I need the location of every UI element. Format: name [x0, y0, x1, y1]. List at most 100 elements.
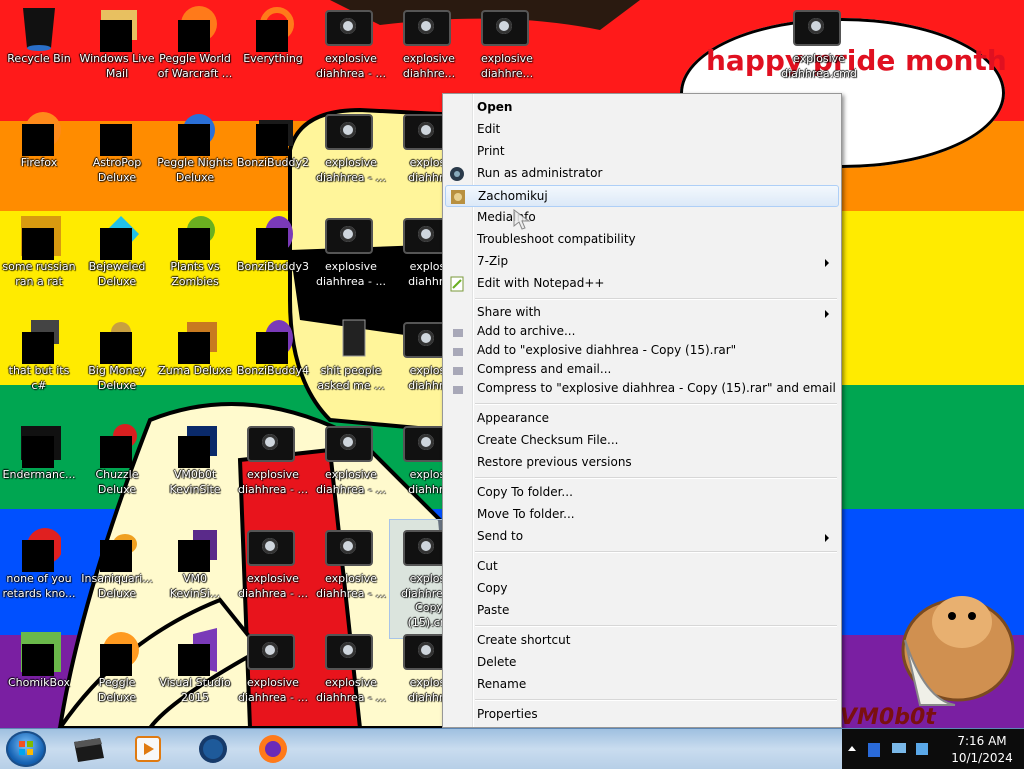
submenu-arrow-icon — [825, 259, 829, 267]
desktop-icon-endermanch[interactable]: Endermanc... — [0, 416, 78, 512]
redaction-block — [22, 332, 54, 364]
clock-time: 7:16 AM — [957, 734, 1007, 748]
menu-item-appearance[interactable]: Appearance — [445, 408, 839, 430]
desktop-icon-explosive-10[interactable]: explosive diahhrea - ... — [312, 416, 390, 512]
cmd-file-icon — [325, 426, 373, 462]
menu-item-delete[interactable]: Delete — [445, 652, 839, 674]
clock-date: 10/1/2024 — [951, 751, 1013, 765]
menu-item-rename[interactable]: Rename — [445, 674, 839, 696]
menu-item-share-with[interactable]: Share with — [445, 302, 839, 324]
menu-item-compress-to-rar-and-email[interactable]: Compress to "explosive diahhrea - Copy (… — [445, 380, 839, 399]
desktop-icon-bonzibuddy2[interactable]: BonziBuddy2 — [234, 104, 312, 200]
redaction-block — [100, 644, 132, 676]
context-menu: Open Edit Print Run as administrator Zac… — [442, 93, 842, 728]
redaction-block — [178, 228, 210, 260]
volume-icon — [916, 743, 928, 755]
desktop-icon-explosive-cmd[interactable]: explosive diahhrea.cmd — [780, 0, 858, 96]
desktop-icon-big-money[interactable]: Big Money Deluxe — [78, 312, 156, 408]
menu-item-add-to-rar[interactable]: Add to "explosive diahhrea - Copy (15).r… — [445, 342, 839, 361]
desktop-icon-some-russian-ran-a-rat[interactable]: some russian ran a rat — [0, 208, 78, 304]
desktop-icon-recycle-bin[interactable]: Recycle Bin — [0, 0, 78, 96]
desktop-icon-none-of-you[interactable]: none of you retards kno... — [0, 520, 78, 616]
menu-item-properties[interactable]: Properties — [445, 704, 839, 726]
desktop-icon-vm0b0t-kevinsite[interactable]: VM0b0t KevinSite — [156, 416, 234, 512]
desktop-icon-insaniquarium[interactable]: Insaniquari... Deluxe — [78, 520, 156, 616]
desktop-icon-explosive-9[interactable]: explosive diahhrea - ... — [234, 416, 312, 512]
winrar-icon — [449, 344, 465, 360]
menu-item-copy[interactable]: Copy — [445, 578, 839, 600]
desktop-icon-bejeweled[interactable]: Bejeweled Deluxe — [78, 208, 156, 304]
menu-item-create-checksum[interactable]: Create Checksum File... — [445, 430, 839, 452]
menu-item-move-to-folder[interactable]: Move To folder... — [445, 504, 839, 526]
windows-logo-icon — [19, 741, 33, 755]
taskbar-media-player-button[interactable] — [120, 732, 174, 766]
menu-item-mediainfo[interactable]: MediaInfo — [445, 207, 839, 229]
cmd-file-icon — [247, 530, 295, 566]
recycle-bin-icon — [17, 4, 61, 51]
desktop-icon-explosive-12[interactable]: explosive diahhrea - ... — [234, 520, 312, 616]
desktop-icon-explosive-4[interactable]: explosive diahhrea - ... — [312, 104, 390, 200]
menu-item-cut[interactable]: Cut — [445, 556, 839, 578]
desktop-icon-that-but-its-csharp[interactable]: that but its c# — [0, 312, 78, 408]
desktop-icon-windows-live-mail[interactable]: Windows Live Mail — [78, 0, 156, 96]
taskbar-firefox-button[interactable] — [246, 732, 300, 766]
menu-separator — [475, 477, 837, 479]
menu-item-create-shortcut[interactable]: Create shortcut — [445, 630, 839, 652]
desktop-icon-peggle-nights[interactable]: Peggle Nights Deluxe — [156, 104, 234, 200]
mouse-cursor-icon — [513, 209, 531, 230]
menu-item-add-to-archive[interactable]: Add to archive... — [445, 323, 839, 342]
start-button[interactable] — [6, 731, 46, 767]
notepadpp-icon — [449, 276, 465, 292]
menu-item-troubleshoot-compatibility[interactable]: Troubleshoot compatibility — [445, 229, 839, 251]
desktop-icon-explosive-6[interactable]: explosive diahhrea - ... — [312, 208, 390, 304]
desktop-icon-astropop[interactable]: AstroPop Deluxe — [78, 104, 156, 200]
redaction-block — [22, 228, 54, 260]
menu-item-compress-and-email[interactable]: Compress and email... — [445, 361, 839, 380]
desktop-icon-explosive-2[interactable]: explosive diahhre... — [390, 0, 468, 96]
desktop-icon-explosive-1[interactable]: explosive diahhrea - ... — [312, 0, 390, 96]
desktop-icon-visual-studio-2015[interactable]: Visual Studio 2015 — [156, 624, 234, 720]
menu-item-print[interactable]: Print — [445, 141, 839, 163]
desktop-icon-explosive-15[interactable]: explosive diahhrea - ... — [312, 624, 390, 720]
desktop-icon-vm0-kevinsite[interactable]: VM0 KevinSi... — [156, 520, 234, 616]
vm-globe-icon — [199, 735, 227, 763]
menu-item-zachomikuj[interactable]: Zachomikuj — [445, 185, 839, 207]
taskbar-vm-globe-button[interactable] — [186, 732, 240, 766]
menu-item-7zip[interactable]: 7-Zip — [445, 251, 839, 273]
redaction-block — [178, 540, 210, 572]
desktop-icon-firefox[interactable]: Firefox — [0, 104, 78, 200]
menu-item-edit-with-notepadpp[interactable]: Edit with Notepad++ — [445, 273, 839, 295]
menu-separator — [475, 625, 837, 627]
desktop-icon-peggle-world-of-warcraft[interactable]: Peggle World of Warcraft ... — [156, 0, 234, 96]
redaction-block — [178, 332, 210, 364]
redaction-block — [100, 436, 132, 468]
desktop-icon-explosive-14[interactable]: explosive diahhrea - ... — [234, 624, 312, 720]
redaction-block — [100, 332, 132, 364]
desktop-icon-explosive-13[interactable]: explosive diahhrea - ... — [312, 520, 390, 616]
desktop-icon-chomikbox[interactable]: ChomikBox — [0, 624, 78, 720]
desktop-icon-bonzibuddy4[interactable]: BonziBuddy4 — [234, 312, 312, 408]
redaction-block — [178, 644, 210, 676]
menu-item-restore-previous-versions[interactable]: Restore previous versions — [445, 452, 839, 474]
desktop-icon-bonzibuddy3[interactable]: BonziBuddy3 — [234, 208, 312, 304]
cmd-file-icon — [481, 10, 529, 46]
desktop-icon-everything[interactable]: Everything — [234, 0, 312, 96]
menu-item-copy-to-folder[interactable]: Copy To folder... — [445, 482, 839, 504]
desktop-icon-zuma[interactable]: Zuma Deluxe — [156, 312, 234, 408]
taskbar-explorer-button[interactable] — [62, 732, 116, 766]
desktop-icon-chuzzle[interactable]: Chuzzle Deluxe — [78, 416, 156, 512]
menu-item-paste[interactable]: Paste — [445, 600, 839, 622]
redaction-block — [100, 124, 132, 156]
menu-item-edit[interactable]: Edit — [445, 119, 839, 141]
menu-item-send-to[interactable]: Send to — [445, 526, 839, 548]
menu-separator — [475, 551, 837, 553]
menu-item-open[interactable]: Open — [445, 97, 839, 119]
redaction-block — [22, 540, 54, 572]
taskbar-clock[interactable]: 7:16 AM 10/1/2024 — [940, 729, 1024, 769]
desktop-icon-peggle-deluxe[interactable]: Peggle Deluxe — [78, 624, 156, 720]
desktop-icon-explosive-3[interactable]: explosive diahhre... — [468, 0, 546, 96]
desktop-icon-plants-vs-zombies[interactable]: Plants vs Zombies — [156, 208, 234, 304]
cmd-file-icon — [325, 10, 373, 46]
menu-item-run-as-administrator[interactable]: Run as administrator — [445, 163, 839, 185]
desktop-icon-shit-people-asked-me[interactable]: shit people asked me ... — [312, 312, 390, 408]
